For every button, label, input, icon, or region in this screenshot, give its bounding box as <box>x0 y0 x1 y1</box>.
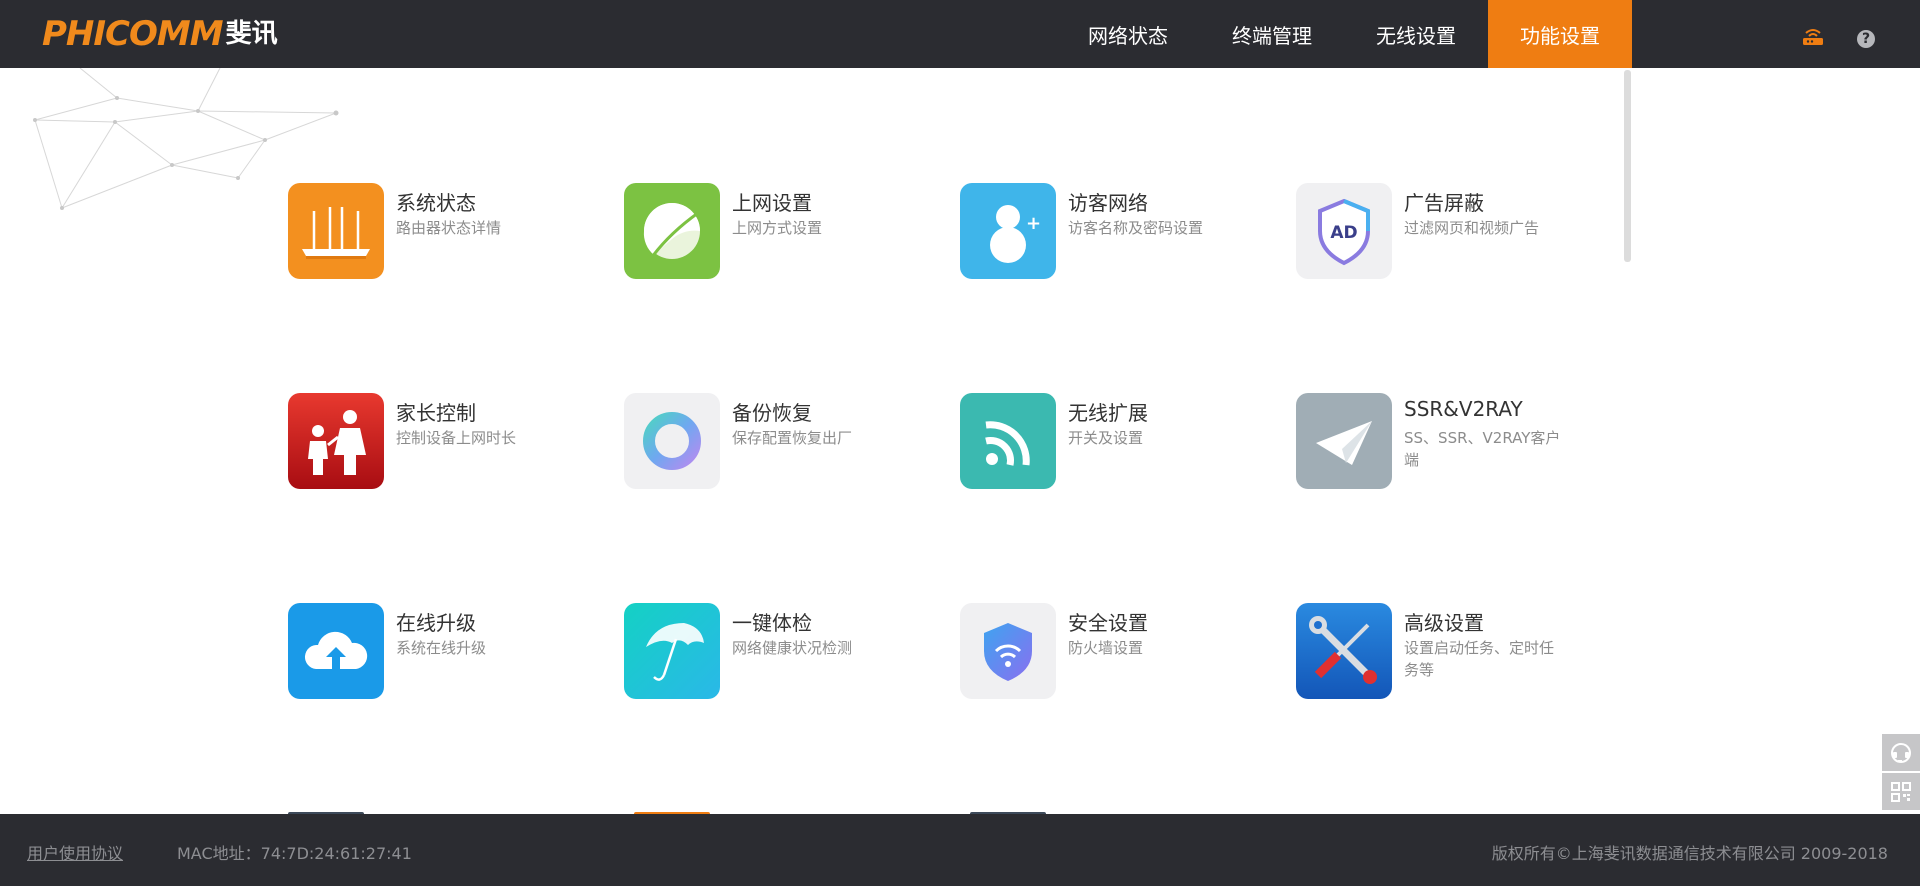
tile-desc: 系统在线升级 <box>396 639 487 657</box>
tile-title: 一键体检 <box>732 611 812 635</box>
qrcode-icon[interactable] <box>1882 773 1920 810</box>
tools-icon <box>1296 603 1392 699</box>
tile-title: 安全设置 <box>1068 611 1148 635</box>
support-icon[interactable] <box>1882 734 1920 771</box>
tile-desc: 设置启动任务、定时任务等 <box>1404 639 1555 679</box>
tile-title: 上网设置 <box>732 191 812 215</box>
nav-function-settings[interactable]: 功能设置 <box>1488 0 1632 68</box>
tile-desc: 网络健康状况检测 <box>732 639 853 657</box>
nav-terminal-management[interactable]: 终端管理 <box>1213 0 1331 68</box>
tile-one-click-checkup[interactable]: 一键体检 网络健康状况检测 <box>624 603 944 703</box>
nav-network-status[interactable]: 网络状态 <box>1069 0 1187 68</box>
tile-backup-restore[interactable]: 备份恢复 保存配置恢复出厂 <box>624 393 944 493</box>
svg-text:+: + <box>1026 213 1041 234</box>
wireless-signal-icon <box>960 393 1056 489</box>
top-bar: PHICOMM 斐讯 网络状态 终端管理 无线设置 功能设置 ? <box>0 0 1920 68</box>
tile-ad-block[interactable]: AD 广告屏蔽 过滤网页和视频广告 <box>1296 183 1616 283</box>
tile-title: 系统状态 <box>396 191 476 215</box>
security-shield-icon <box>960 603 1056 699</box>
logo-text-en: PHICOMM <box>42 14 224 54</box>
phicomm-logo[interactable]: PHICOMM 斐讯 <box>42 17 278 51</box>
tile-online-upgrade[interactable]: 在线升级 系统在线升级 <box>288 603 608 703</box>
paper-plane-icon <box>1296 393 1392 489</box>
tile-desc: 开关及设置 <box>1068 429 1144 447</box>
umbrella-icon <box>624 603 720 699</box>
tile-desc: 访客名称及密码设置 <box>1068 219 1204 237</box>
tile-title: 家长控制 <box>396 401 476 425</box>
leaf-icon <box>624 183 720 279</box>
tile-wireless-extension[interactable]: 无线扩展 开关及设置 <box>960 393 1280 493</box>
tile-title: 广告屏蔽 <box>1404 191 1484 215</box>
tile-title: 备份恢复 <box>732 401 812 425</box>
tile-guest-network[interactable]: + 访客网络 访客名称及密码设置 <box>960 183 1280 283</box>
ad-shield-icon: AD <box>1296 183 1392 279</box>
svg-text:AD: AD <box>1330 223 1357 243</box>
tile-title: SSR&V2RAY <box>1404 397 1523 421</box>
tile-title: 无线扩展 <box>1068 401 1148 425</box>
router-icon <box>288 183 384 279</box>
footer: 用户使用协议 MAC地址：74:7D:24:61:27:41 版权所有©上海斐讯… <box>0 814 1920 886</box>
help-icon[interactable]: ? <box>1857 30 1875 48</box>
tile-system-status[interactable]: 系统状态 路由器状态详情 <box>288 183 608 283</box>
tile-desc: 保存配置恢复出厂 <box>732 429 853 447</box>
tile-desc: 路由器状态详情 <box>396 219 502 237</box>
tile-desc: 防火墙设置 <box>1068 639 1144 657</box>
tile-desc: 上网方式设置 <box>732 219 823 237</box>
tile-ssr-v2ray[interactable]: SSR&V2RAY SS、SSR、V2RAY客户端 <box>1296 393 1616 493</box>
copyright-text: 版权所有©上海斐讯数据通信技术有限公司 2009-2018 <box>1491 844 1888 863</box>
tile-internet-settings[interactable]: 上网设置 上网方式设置 <box>624 183 944 283</box>
mac-address: MAC地址：74:7D:24:61:27:41 <box>177 844 412 863</box>
tile-desc: 过滤网页和视频广告 <box>1404 219 1540 237</box>
router-status-icon[interactable] <box>1800 26 1826 46</box>
tile-title: 访客网络 <box>1068 191 1148 215</box>
tile-title: 高级设置 <box>1404 611 1484 635</box>
tile-desc: SS、SSR、V2RAY客户端 <box>1404 429 1561 469</box>
tile-advanced-settings[interactable]: 高级设置 设置启动任务、定时任务等 <box>1296 603 1616 703</box>
tile-security-settings[interactable]: 安全设置 防火墙设置 <box>960 603 1280 703</box>
cloud-upload-icon <box>288 603 384 699</box>
nav-wireless-settings[interactable]: 无线设置 <box>1357 0 1475 68</box>
tile-parental-control[interactable]: 家长控制 控制设备上网时长 <box>288 393 608 493</box>
tile-desc: 控制设备上网时长 <box>396 429 517 447</box>
guest-icon: + <box>960 183 1056 279</box>
parent-child-icon <box>288 393 384 489</box>
tile-title: 在线升级 <box>396 611 476 635</box>
backup-ring-icon <box>624 393 720 489</box>
scrollbar-thumb[interactable] <box>1624 70 1631 262</box>
logo-text-cn: 斐讯 <box>225 19 278 49</box>
user-agreement-link[interactable]: 用户使用协议 <box>27 840 123 864</box>
